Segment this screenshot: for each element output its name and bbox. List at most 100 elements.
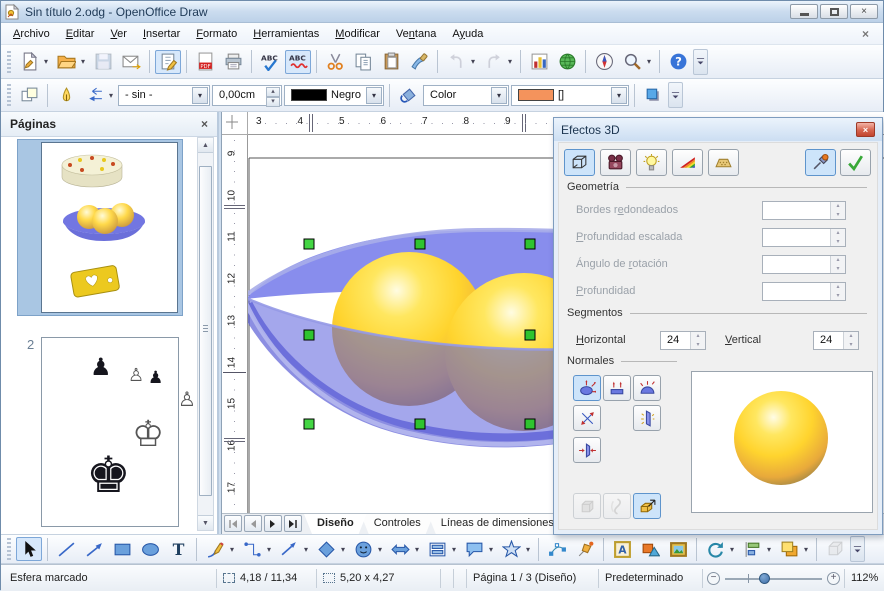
basic-shapes-button-dropdown-icon[interactable]: ▾ xyxy=(338,537,348,561)
two-sided-illumination-button[interactable] xyxy=(633,405,661,431)
zoom-slider[interactable]: − + xyxy=(703,569,845,588)
copy-button[interactable] xyxy=(350,50,376,74)
toolbar-options-button[interactable] xyxy=(668,82,683,108)
textures-button[interactable] xyxy=(672,149,703,176)
stars-button[interactable] xyxy=(498,537,524,561)
minimize-button[interactable] xyxy=(790,4,818,19)
apply-button[interactable] xyxy=(840,149,871,176)
illumination-button[interactable] xyxy=(636,149,667,176)
last-page-nav-icon[interactable] xyxy=(284,515,302,532)
select-button[interactable] xyxy=(16,537,42,561)
spin-up-down-icon[interactable]: ▴▾ xyxy=(843,332,858,349)
symbol-shapes-button[interactable] xyxy=(350,537,376,561)
spin-up-down-icon[interactable]: ▴▾ xyxy=(830,202,845,219)
zoom-button[interactable] xyxy=(619,50,645,74)
format-paintbrush-button[interactable] xyxy=(406,50,432,74)
navigator-button[interactable] xyxy=(591,50,617,74)
first-page-nav-icon[interactable] xyxy=(224,515,242,532)
vertical-ruler[interactable]: 91011121314151617 xyxy=(222,135,248,513)
auto-spellcheck-button[interactable]: ABC xyxy=(285,50,311,74)
block-arrows-button-dropdown-icon[interactable]: ▾ xyxy=(412,537,422,561)
arrow-style-button[interactable] xyxy=(81,83,107,107)
effects-3d-close-button[interactable]: × xyxy=(856,122,875,137)
material-button[interactable] xyxy=(708,149,739,176)
convert-to-3d-button[interactable] xyxy=(573,493,601,519)
alignment-button[interactable] xyxy=(739,537,765,561)
flat-normals-button[interactable] xyxy=(603,375,631,401)
callouts-button-dropdown-icon[interactable]: ▾ xyxy=(486,537,496,561)
horizontal-segments-spin[interactable]: 24 ▴▾ xyxy=(660,331,706,350)
lines-arrows-button-dropdown-icon[interactable]: ▾ xyxy=(301,537,311,561)
rotate-button[interactable] xyxy=(702,537,728,561)
next-page-nav-icon[interactable] xyxy=(264,515,282,532)
maximize-button[interactable] xyxy=(820,4,848,19)
page-thumbnail-2[interactable]: ♟♙♟♙♔♚ xyxy=(41,337,179,527)
geometry-field-spin[interactable]: ▴▾ xyxy=(762,255,846,274)
vertical-segments-spin[interactable]: 24 ▴▾ xyxy=(813,331,859,350)
shadow-button[interactable] xyxy=(640,83,666,107)
combo-dropdown-icon[interactable]: ▾ xyxy=(366,87,382,104)
pages-panel-close-icon[interactable]: × xyxy=(201,117,208,131)
undo-button[interactable] xyxy=(443,50,469,74)
menu-ayuda[interactable]: Ayuda xyxy=(444,25,491,43)
lines-arrows-button[interactable] xyxy=(276,537,302,561)
stars-button-dropdown-icon[interactable]: ▾ xyxy=(523,537,533,561)
pages-scrollbar[interactable]: ▲ ▼ xyxy=(197,137,214,531)
styles-formatting-button[interactable] xyxy=(16,83,42,107)
toolbar-grip[interactable] xyxy=(7,538,11,560)
geometry-field-spin[interactable]: ▴▾ xyxy=(762,201,846,220)
glue-points-button[interactable] xyxy=(572,537,598,561)
combo-dropdown-icon[interactable]: ▾ xyxy=(192,87,208,104)
spellcheck-button[interactable]: ABC xyxy=(257,50,283,74)
perspective-button[interactable] xyxy=(633,493,661,519)
combo-dropdown-icon[interactable]: ▾ xyxy=(611,87,627,104)
toolbar-grip[interactable] xyxy=(7,51,11,73)
scroll-up-icon[interactable]: ▲ xyxy=(198,138,213,153)
extrusion-button[interactable] xyxy=(822,537,848,561)
spin-up-down-icon[interactable]: ▴▾ xyxy=(830,283,845,300)
menu-ventana[interactable]: Ventana xyxy=(388,25,444,43)
line-button[interactable] xyxy=(53,83,79,107)
effects-3d-title-bar[interactable]: Efectos 3D × xyxy=(554,118,882,141)
insert-chart-button[interactable] xyxy=(526,50,552,74)
page-style-cell[interactable]: Predeterminado xyxy=(599,569,703,588)
fill-button[interactable] xyxy=(395,83,421,107)
new-document-button[interactable] xyxy=(16,50,42,74)
from-file-button[interactable] xyxy=(637,537,663,561)
connector-tool-button[interactable] xyxy=(239,537,265,561)
rotate-button-dropdown-icon[interactable]: ▾ xyxy=(727,537,737,561)
menu-editar[interactable]: Editar xyxy=(58,25,103,43)
document-close-icon[interactable]: × xyxy=(852,27,879,41)
flowchart-button[interactable] xyxy=(424,537,450,561)
arrange-button-dropdown-icon[interactable]: ▾ xyxy=(801,537,811,561)
flowchart-button-dropdown-icon[interactable]: ▾ xyxy=(449,537,459,561)
arrange-button[interactable] xyxy=(776,537,802,561)
shading-button[interactable] xyxy=(600,149,631,176)
block-arrows-button[interactable] xyxy=(387,537,413,561)
page-status-cell[interactable]: Página 1 / 3 (Diseño) xyxy=(467,569,599,588)
open-button[interactable] xyxy=(53,50,79,74)
double-sided-button[interactable] xyxy=(573,437,601,463)
geometry-button[interactable] xyxy=(564,149,595,176)
hyperlink-button[interactable] xyxy=(554,50,580,74)
tab-l-neas-de-dimensiones[interactable]: Líneas de dimensiones xyxy=(428,514,567,534)
tab-controles[interactable]: Controles xyxy=(361,514,434,534)
symbol-shapes-button-dropdown-icon[interactable]: ▾ xyxy=(375,537,385,561)
export-pdf-button[interactable]: PDF xyxy=(192,50,218,74)
zoom-slider-thumb[interactable] xyxy=(759,573,770,584)
close-button[interactable]: × xyxy=(850,4,878,19)
menu-insertar[interactable]: Insertar xyxy=(135,25,188,43)
toolbar-grip[interactable] xyxy=(7,84,11,106)
fontwork-button[interactable]: A xyxy=(609,537,635,561)
previous-page-nav-icon[interactable] xyxy=(244,515,262,532)
rectangle-tool-button[interactable] xyxy=(109,537,135,561)
spin-up-down-icon[interactable]: ▴▾ xyxy=(690,332,705,349)
curve-tool-button[interactable] xyxy=(202,537,228,561)
edit-mode-button[interactable] xyxy=(155,50,181,74)
arrow-style-button-dropdown-icon[interactable]: ▾ xyxy=(106,83,116,107)
zoom-button-dropdown-icon[interactable]: ▾ xyxy=(644,50,654,74)
gallery-button[interactable] xyxy=(665,537,691,561)
spherical-normals-button[interactable] xyxy=(633,375,661,401)
object-specific-normals-button[interactable] xyxy=(573,375,601,401)
ellipse-tool-button[interactable] xyxy=(137,537,163,561)
